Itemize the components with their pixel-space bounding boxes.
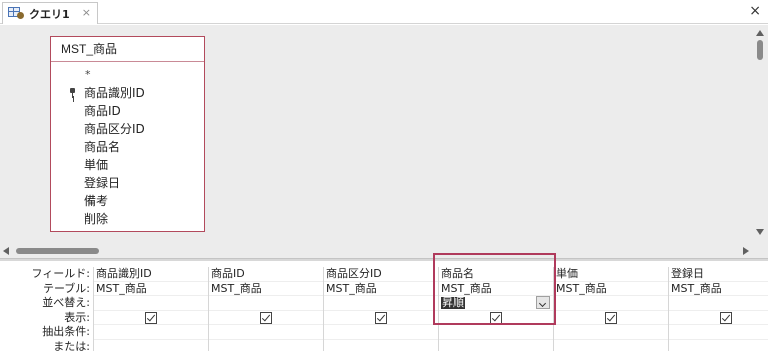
show-cell bbox=[439, 311, 553, 325]
show-cell bbox=[554, 311, 668, 325]
field-cell[interactable]: 商品識別ID bbox=[94, 267, 208, 282]
criteria-cell[interactable] bbox=[554, 325, 668, 340]
sort-cell[interactable] bbox=[94, 296, 208, 311]
grid-column-product-name: 商品名 MST_商品 昇順 bbox=[438, 267, 553, 351]
show-cell bbox=[669, 311, 768, 325]
table-cell[interactable]: MST_商品 bbox=[439, 282, 553, 296]
field-list-item-label: 商品識別ID bbox=[84, 86, 145, 100]
table-cell[interactable]: MST_商品 bbox=[94, 282, 208, 296]
field-list-item[interactable]: 商品ID bbox=[51, 102, 204, 120]
primary-key-icon bbox=[70, 88, 75, 98]
document-tab-bar: クエリ1 × × bbox=[0, 0, 768, 24]
table-cell[interactable]: MST_商品 bbox=[554, 282, 668, 296]
checkbox-checked-icon[interactable] bbox=[720, 311, 732, 324]
or-cell[interactable] bbox=[324, 340, 438, 351]
sort-dropdown[interactable]: 昇順 bbox=[439, 296, 553, 311]
or-cell[interactable] bbox=[439, 340, 553, 351]
checkbox-checked-icon[interactable] bbox=[260, 311, 272, 324]
grid-column: 登録日 MST_商品 bbox=[668, 267, 768, 351]
close-icon[interactable]: × bbox=[749, 3, 761, 19]
sort-cell[interactable] bbox=[324, 296, 438, 311]
sort-selected-value: 昇順 bbox=[441, 296, 465, 309]
row-label-field: フィールド: bbox=[31, 267, 91, 280]
field-cell[interactable]: 登録日 bbox=[669, 267, 768, 282]
tab-query1[interactable]: クエリ1 × bbox=[2, 2, 98, 24]
table-design-pane[interactable]: MST_商品 * 商品識別ID 商品ID 商品区分ID 商品名 単価 登録日 備… bbox=[0, 25, 768, 258]
field-list-item[interactable]: 商品識別ID bbox=[51, 84, 204, 102]
field-cell[interactable]: 単価 bbox=[554, 267, 668, 282]
field-list-window[interactable]: MST_商品 * 商品識別ID 商品ID 商品区分ID 商品名 単価 登録日 備… bbox=[50, 36, 205, 232]
field-list-item[interactable]: 備考 bbox=[51, 192, 204, 210]
criteria-cell[interactable] bbox=[669, 325, 768, 340]
criteria-cell[interactable] bbox=[209, 325, 323, 340]
show-cell bbox=[209, 311, 323, 325]
table-cell[interactable]: MST_商品 bbox=[324, 282, 438, 296]
row-label-or: または: bbox=[53, 339, 90, 351]
checkbox-checked-icon[interactable] bbox=[490, 311, 502, 324]
grid-column: 単価 MST_商品 bbox=[553, 267, 668, 351]
sort-cell[interactable] bbox=[669, 296, 768, 311]
field-list-item[interactable]: 登録日 bbox=[51, 174, 204, 192]
row-label-criteria: 抽出条件: bbox=[42, 325, 90, 338]
or-cell[interactable] bbox=[94, 340, 208, 351]
scroll-left-arrow-icon[interactable] bbox=[3, 247, 9, 255]
query-design-grid: フィールド: テーブル: 並べ替え: 表示: 抽出条件: または: 商品識別ID… bbox=[0, 261, 768, 351]
field-list-item[interactable]: 単価 bbox=[51, 156, 204, 174]
field-list-item[interactable]: 商品区分ID bbox=[51, 120, 204, 138]
tab-title: クエリ1 bbox=[29, 7, 70, 21]
row-label-show: 表示: bbox=[64, 310, 90, 324]
sort-cell[interactable] bbox=[209, 296, 323, 311]
field-cell[interactable]: 商品名 bbox=[439, 267, 553, 282]
row-label-sort: 並べ替え: bbox=[42, 296, 90, 309]
grid-column: 商品ID MST_商品 bbox=[208, 267, 323, 351]
row-label-table: テーブル: bbox=[42, 281, 90, 295]
horizontal-scrollbar[interactable] bbox=[0, 243, 768, 258]
table-cell[interactable]: MST_商品 bbox=[669, 282, 768, 296]
sort-cell[interactable] bbox=[554, 296, 668, 311]
or-cell[interactable] bbox=[669, 340, 768, 351]
grid-column: 商品区分ID MST_商品 bbox=[323, 267, 438, 351]
grid-column: 商品識別ID MST_商品 bbox=[93, 267, 208, 351]
show-cell bbox=[324, 311, 438, 325]
field-cell[interactable]: 商品ID bbox=[209, 267, 323, 282]
or-cell[interactable] bbox=[209, 340, 323, 351]
horizontal-scroll-thumb[interactable] bbox=[16, 248, 99, 254]
field-list-item[interactable]: 商品名 bbox=[51, 138, 204, 156]
vertical-scrollbar[interactable] bbox=[752, 25, 768, 258]
field-list: * 商品識別ID 商品ID 商品区分ID 商品名 単価 登録日 備考 削除 bbox=[51, 62, 204, 228]
field-cell[interactable]: 商品区分ID bbox=[324, 267, 438, 282]
chevron-down-icon[interactable] bbox=[536, 296, 550, 309]
scroll-right-arrow-icon[interactable] bbox=[743, 247, 749, 255]
grid-row-labels: フィールド: テーブル: 並べ替え: 表示: 抽出条件: または: bbox=[0, 267, 93, 351]
field-list-item-all[interactable]: * bbox=[51, 66, 204, 84]
vertical-scroll-thumb[interactable] bbox=[757, 40, 763, 60]
show-cell bbox=[94, 311, 208, 325]
criteria-cell[interactable] bbox=[94, 325, 208, 340]
table-cell[interactable]: MST_商品 bbox=[209, 282, 323, 296]
scroll-up-arrow-icon[interactable] bbox=[756, 30, 764, 36]
checkbox-checked-icon[interactable] bbox=[145, 311, 157, 324]
criteria-cell[interactable] bbox=[439, 325, 553, 340]
checkbox-checked-icon[interactable] bbox=[375, 311, 387, 324]
field-list-item[interactable]: 削除 bbox=[51, 210, 204, 228]
criteria-cell[interactable] bbox=[324, 325, 438, 340]
query-design-icon bbox=[8, 7, 24, 20]
tab-close-icon[interactable]: × bbox=[82, 6, 91, 19]
checkbox-checked-icon[interactable] bbox=[605, 311, 617, 324]
or-cell[interactable] bbox=[554, 340, 668, 351]
field-list-title[interactable]: MST_商品 bbox=[51, 37, 204, 62]
scroll-down-arrow-icon[interactable] bbox=[756, 229, 764, 235]
